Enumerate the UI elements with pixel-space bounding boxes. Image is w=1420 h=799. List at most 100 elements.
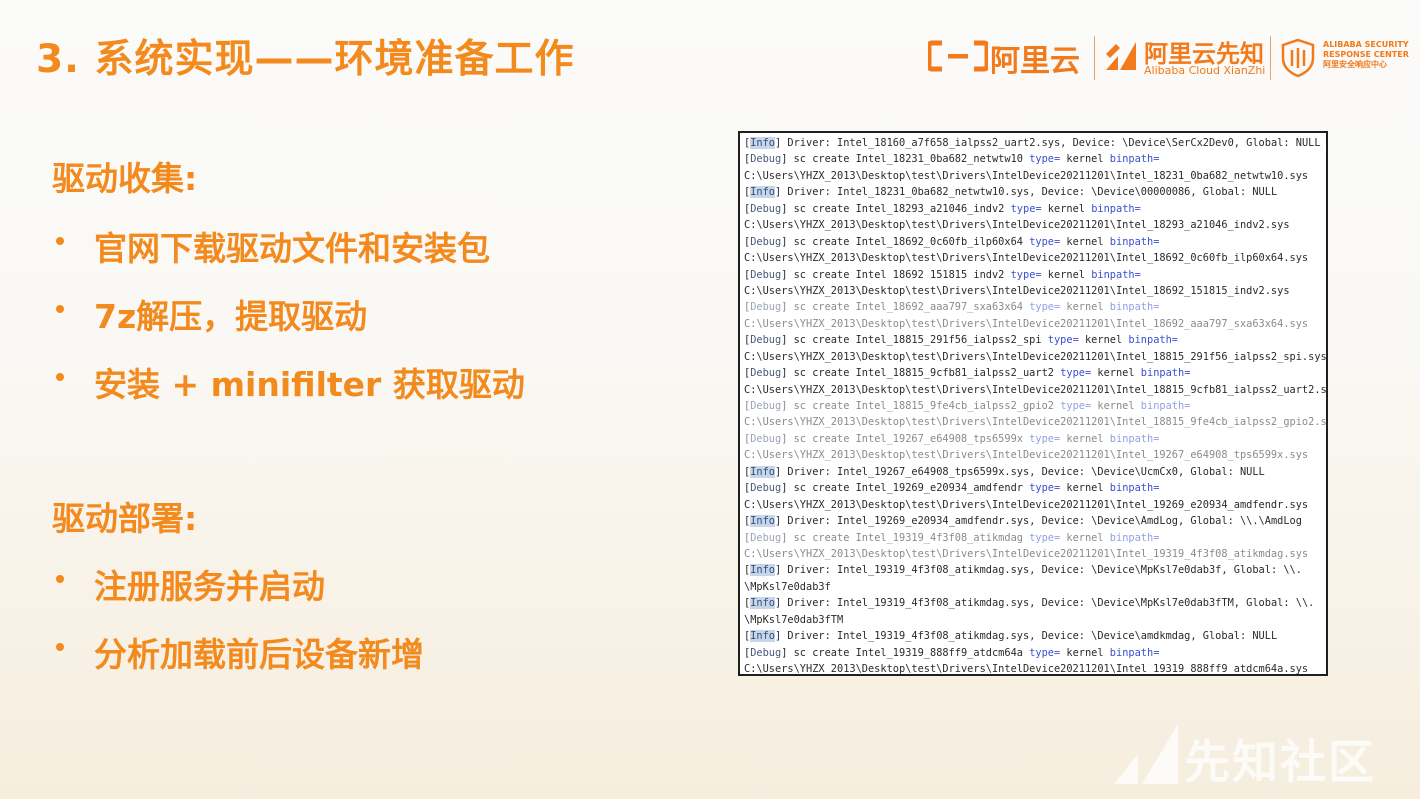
- section-heading-driver-deployment: 驱动部署:: [52, 499, 198, 538]
- bullet-text: 分析加载前后设备新增: [94, 635, 424, 674]
- log-tag-debug: Debug: [750, 301, 782, 314]
- log-text: \MpKsl7e0dab3f: [744, 580, 831, 593]
- log-line: [Info] Driver: Intel_19319_4f3f08_atikmd…: [744, 564, 1302, 577]
- log-line: C:\Users\YHZX_2013\Desktop\test\Drivers\…: [744, 414, 1326, 430]
- log-text: C:\Users\YHZX_2013\Desktop\test\Drivers\…: [744, 252, 1309, 265]
- log-keyword: binpath=: [1140, 400, 1191, 412]
- log-line: [Debug] sc create Intel_19319_4f3f08_ati…: [744, 531, 1160, 544]
- log-line: C:\Users\YHZX_2013\Desktop\test\Drivers\…: [744, 497, 1322, 513]
- log-line: [Debug] sc create Intel_18293_a21046_ind…: [744, 202, 1141, 215]
- log-keyword: type=: [1047, 334, 1079, 347]
- logo-divider: [1094, 36, 1095, 80]
- log-tag-debug: Debug: [750, 432, 782, 445]
- log-text: kernel: [1060, 531, 1110, 544]
- log-tag-info: Info: [750, 597, 776, 610]
- asrc-shield-icon: [1281, 38, 1315, 78]
- log-line: C:\Users\YHZX_2013\Desktop\test\Drivers\…: [744, 250, 1322, 266]
- log-text: sc create Intel_19319_888ff9_atdcm64a: [787, 646, 1030, 659]
- log-text: Driver: Intel_18231_0ba682_netwtw10.sys,…: [781, 186, 1278, 199]
- log-text: C:\Users\YHZX_2013\Desktop\test\Drivers\…: [744, 284, 1290, 297]
- log-tag-debug: Debug: [750, 202, 782, 215]
- log-tag-debug: Debug: [750, 531, 782, 544]
- log-text: kernel: [1091, 367, 1141, 380]
- log-text: kernel: [1041, 202, 1092, 215]
- log-tag-info: Info: [750, 564, 776, 577]
- log-line: C:\Users\YHZX_2013\Desktop\test\Drivers\…: [744, 546, 1322, 562]
- log-text: kernel: [1078, 334, 1129, 347]
- log-text: sc create Intel_18815_291f56_ialpss2_spi: [787, 334, 1048, 347]
- log-tag-debug: Debug: [750, 334, 782, 347]
- log-text: kernel: [1060, 235, 1110, 248]
- watermark: 先知社区: [1108, 722, 1408, 792]
- bullet-text: 注册服务并启动: [94, 567, 325, 606]
- log-tag-info: Info: [750, 630, 776, 643]
- log-text: kernel: [1060, 301, 1110, 314]
- log-keyword: type=: [1060, 400, 1092, 412]
- log-keyword: type=: [1010, 202, 1042, 215]
- log-text: kernel: [1060, 153, 1110, 166]
- log-line: C:\Users\YHZX_2013\Desktop\test\Drivers\…: [744, 349, 1326, 365]
- bullet-text: 安装 + minifilter 获取驱动: [94, 365, 525, 404]
- log-text: kernel: [1091, 400, 1141, 412]
- log-text: kernel: [1060, 646, 1110, 659]
- log-text: C:\Users\YHZX_2013\Desktop\test\Drivers\…: [744, 169, 1309, 182]
- log-line: [Info] Driver: Intel_18231_0ba682_netwtw…: [744, 186, 1278, 199]
- log-line: C:\Users\YHZX_2013\Desktop\test\Drivers\…: [744, 382, 1326, 398]
- log-tag-debug: Debug: [750, 646, 782, 659]
- console-log-panel: [Info] Driver: Intel_18160_a7f658_ialpss…: [738, 131, 1328, 676]
- asrc-line3: 阿里安全响应中心: [1323, 60, 1387, 69]
- log-line: [Debug] sc create Intel_18692_aaa797_sxa…: [744, 301, 1160, 314]
- log-text: kernel: [1060, 482, 1110, 495]
- logo-group: 阿里云 阿里云先知 Alibaba Cloud XianZhi ALIBABA …: [928, 34, 1409, 82]
- log-line: [Debug] sc create Intel_18692_0c60fb_ilp…: [744, 235, 1160, 248]
- log-text: sc create Intel_18692_0c60fb_ilp60x64: [787, 235, 1030, 248]
- log-keyword: type=: [1029, 646, 1061, 659]
- asrc-line2: RESPONSE CENTER: [1323, 50, 1409, 59]
- log-text: C:\Users\YHZX_2013\Desktop\test\Drivers\…: [744, 350, 1327, 363]
- log-line: [Debug] sc create Intel_19319_888ff9_atd…: [744, 646, 1160, 659]
- log-keyword: binpath=: [1109, 646, 1160, 659]
- log-line: [Info] Driver: Intel_19319_4f3f08_atikmd…: [744, 597, 1315, 610]
- log-text: Driver: Intel_19319_4f3f08_atikmdag.sys,…: [781, 564, 1302, 577]
- log-line: [Debug] sc create Intel_18231_0ba682_net…: [744, 153, 1160, 166]
- log-text: sc create Intel_19319_4f3f08_atikmdag: [787, 531, 1030, 544]
- log-keyword: type=: [1029, 153, 1061, 166]
- log-text: sc create Intel_18815_9fe4cb_ialpss2_gpi…: [787, 400, 1061, 412]
- log-text: C:\Users\YHZX_2013\Desktop\test\Drivers\…: [744, 383, 1328, 396]
- log-line: C:\Users\YHZX_2013\Desktop\test\Drivers\…: [744, 283, 1322, 299]
- log-text: Driver: Intel_19319_4f3f08_atikmdag.sys,…: [781, 630, 1278, 643]
- log-text: Driver: Intel_19267_e64908_tps6599x.sys,…: [781, 465, 1265, 478]
- bullet-dot-icon: [56, 373, 64, 381]
- log-text: C:\Users\YHZX_2013\Desktop\test\Drivers\…: [744, 663, 1309, 675]
- log-keyword: binpath=: [1109, 482, 1160, 495]
- log-line: [Debug] sc create Intel_18815_9cfb81_ial…: [744, 367, 1191, 380]
- log-line: C:\Users\YHZX_2013\Desktop\test\Drivers\…: [744, 168, 1322, 184]
- log-line: \MpKsl7e0dab3fTM: [744, 612, 1322, 628]
- log-line: [Debug] sc create Intel_18815_9fe4cb_ial…: [744, 400, 1191, 412]
- log-keyword: type=: [1060, 367, 1092, 380]
- log-line: C:\Users\YHZX_2013\Desktop\test\Drivers\…: [744, 217, 1322, 233]
- section-heading-driver-collection: 驱动收集:: [52, 159, 198, 198]
- log-line: [Debug] sc create Intel_19267_e64908_tps…: [744, 432, 1160, 445]
- log-text: C:\Users\YHZX_2013\Desktop\test\Drivers\…: [744, 449, 1309, 462]
- log-line: [Debug] sc create Intel 18692 151815 ind…: [744, 268, 1141, 281]
- log-text: Driver: Intel_18160_a7f658_ialpss2_uart2…: [781, 137, 1321, 149]
- log-keyword: type=: [1010, 268, 1042, 281]
- bullet-text: 官网下载驱动文件和安装包: [94, 229, 490, 268]
- log-text: sc create Intel 18692 151815 indv2: [787, 268, 1011, 281]
- log-keyword: binpath=: [1109, 153, 1160, 166]
- log-line: \MpKsl7e0dab3f: [744, 579, 1322, 595]
- log-line: C:\Users\YHZX_2013\Desktop\test\Drivers\…: [744, 316, 1322, 332]
- bullet-dot-icon: [56, 643, 64, 651]
- asrc-line1: ALIBABA SECURITY: [1323, 40, 1409, 49]
- asrc-logo-text: ALIBABA SECURITY RESPONSE CENTER 阿里安全响应中…: [1323, 40, 1409, 70]
- log-keyword: type=: [1029, 235, 1061, 248]
- log-tag-debug: Debug: [750, 268, 782, 281]
- log-text: C:\Users\YHZX_2013\Desktop\test\Drivers\…: [744, 498, 1309, 511]
- log-text: C:\Users\YHZX_2013\Desktop\test\Drivers\…: [744, 547, 1309, 560]
- log-keyword: type=: [1029, 301, 1061, 314]
- log-tag-info: Info: [750, 465, 776, 478]
- log-line: C:\Users\YHZX_2013\Desktop\test\Drivers\…: [744, 447, 1322, 463]
- log-keyword: binpath=: [1091, 202, 1141, 215]
- log-tag-debug: Debug: [750, 153, 782, 166]
